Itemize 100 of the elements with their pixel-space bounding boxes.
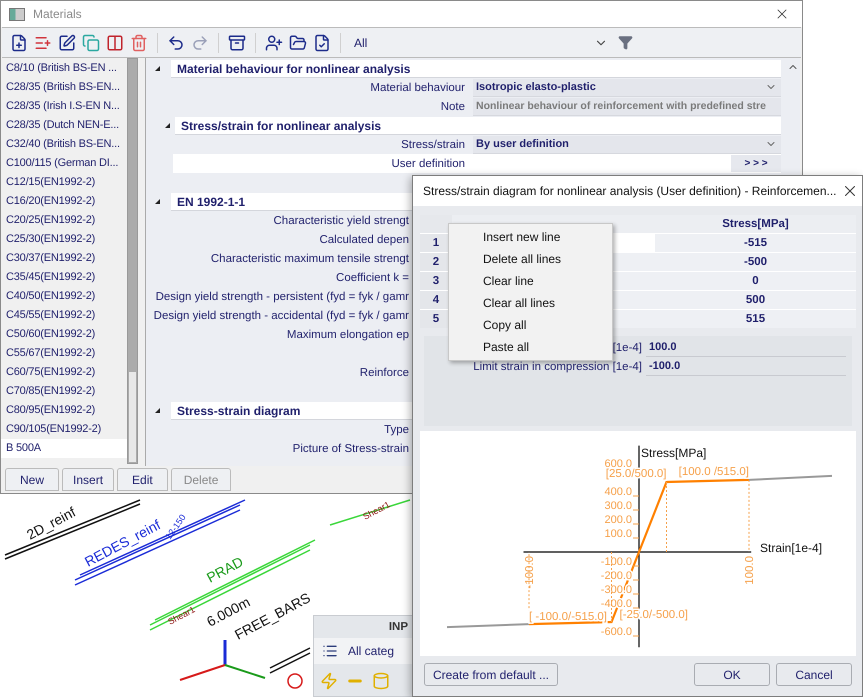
table-cell: 0 [655, 272, 856, 290]
y-tick-label: 400.0 [604, 486, 640, 498]
y-axis-title: Stress[MPa] [641, 446, 706, 460]
material-list-item[interactable]: C55/67(EN1992-2) [1, 344, 127, 363]
material-list-item[interactable]: C28/35 (British BS-EN... [1, 78, 127, 97]
guide-line [611, 552, 612, 622]
user-add-icon[interactable] [265, 34, 283, 52]
point-label: [100.0 /515.0] [678, 466, 749, 478]
columns-icon[interactable] [106, 34, 124, 52]
dialog-button[interactable]: Cancel [776, 663, 852, 686]
field-label: [1e-4] [612, 342, 642, 354]
property-label: Maximum elongation ep [286, 328, 410, 340]
y-tick-label: 300.0 [604, 500, 640, 512]
expand-toggle-icon[interactable] [155, 408, 160, 413]
material-list-item[interactable]: C70/85(EN1992-2) [1, 382, 127, 401]
material-list-item[interactable]: C30/37(EN1992-2) [1, 249, 127, 268]
document-check-icon[interactable] [313, 34, 331, 52]
delete-icon[interactable] [130, 34, 148, 52]
y-tick-label: -600.0 [600, 626, 632, 638]
field-label: Limit strain in compression [1e-4] [473, 360, 642, 372]
expand-toggle-icon[interactable] [165, 123, 170, 128]
material-list-item[interactable]: C28/35 (Dutch NEN-E... [1, 116, 127, 135]
menu-item[interactable]: Clear all lines [449, 292, 612, 314]
x-tick-label: 100.0 [744, 556, 756, 585]
menu-item[interactable]: Copy all [449, 314, 612, 336]
y-tick-label: 200.0 [604, 514, 632, 526]
material-list-item[interactable]: C12/15(EN1992-2) [1, 173, 127, 192]
expand-toggle-icon[interactable] [155, 199, 160, 204]
section-header: Material behaviour for nonlinear analysis [171, 60, 781, 78]
folder-icon[interactable] [289, 34, 307, 52]
edit-icon[interactable] [58, 34, 76, 52]
app-icon [9, 8, 25, 20]
y-tick-label: 100.0 [604, 528, 640, 540]
menu-item[interactable]: Clear line [449, 270, 612, 292]
table-cell: 500 [655, 291, 856, 309]
section-header: Stress/strain for nonlinear analysis [175, 116, 781, 134]
material-list-item[interactable]: C8/10 (British BS-EN ... [1, 59, 127, 78]
property-label: Type [383, 424, 410, 436]
add-document-icon[interactable] [10, 34, 28, 52]
action-button[interactable]: Insert [62, 468, 114, 491]
y-tick-label: -100.0 [600, 556, 640, 568]
dialog-button[interactable]: OK [694, 663, 770, 686]
material-list-item[interactable]: C16/20(EN1992-2) [1, 192, 127, 211]
category-selector[interactable]: All categ [314, 638, 412, 664]
panel-title: INP [388, 621, 408, 633]
x-tick-label: -100.0 [524, 556, 536, 589]
material-list-item[interactable]: C25/30(EN1992-2) [1, 230, 127, 249]
property-label: Calculated depen [318, 234, 410, 246]
input-field[interactable]: 100.0 [646, 338, 846, 356]
material-list-item[interactable]: C100/115 (German DI... [1, 154, 127, 173]
x-axis-title: Strain[1e-4] [760, 541, 822, 555]
material-list-item[interactable]: C80/95(EN1992-2) [1, 401, 127, 420]
y-tick-label: 600.0 [604, 458, 632, 470]
action-button[interactable]: Edit [117, 468, 168, 491]
copy-icon[interactable] [82, 34, 100, 52]
beam-drawing [270, 647, 310, 674]
expand-toggle-icon[interactable] [155, 66, 160, 71]
scrollbar[interactable] [127, 58, 138, 464]
dialog-button[interactable]: Create from default ... [424, 663, 558, 686]
archive-icon[interactable] [228, 34, 246, 52]
property-label: Material behaviour [369, 82, 466, 94]
menu-item[interactable]: Insert new line [449, 226, 612, 248]
coil-icon [287, 673, 303, 689]
filter-dropdown[interactable]: All [350, 32, 612, 54]
menu-item[interactable]: Delete all lines [449, 248, 612, 270]
column-header: Stress[MPa] [655, 215, 856, 233]
material-list-item[interactable]: C45/55(EN1992-2) [1, 306, 127, 325]
property-label: User definition [390, 158, 466, 170]
guide-line [666, 482, 667, 552]
more-button[interactable]: > > > [731, 155, 781, 172]
material-list-item[interactable]: C40/50(EN1992-2) [1, 287, 127, 306]
point-label: [ -100.0/-515.0] [529, 611, 607, 624]
y-tick-label: 200.0 [604, 514, 640, 526]
material-list-item[interactable]: C90/105(EN1992-2) [1, 420, 127, 439]
y-tick-label: -600.0 [600, 626, 640, 638]
material-list-item[interactable]: C28/35 (Irish I.S-EN N... [1, 97, 127, 116]
y-tick-label: 300.0 [604, 500, 632, 512]
list-icon [322, 643, 338, 659]
y-tick-label: 600.0 [604, 458, 640, 470]
input-field[interactable]: -100.0 [646, 358, 846, 376]
material-list-item[interactable]: C32/40 (British BS-EN... [1, 135, 127, 154]
property-label: Note [440, 100, 466, 112]
material-list-item[interactable]: C60/75(EN1992-2) [1, 363, 127, 382]
property-label: Reinforce [358, 366, 410, 378]
y-tick-label: -100.0 [600, 556, 632, 568]
property-dropdown[interactable]: Isotropic elasto-plastic [473, 78, 781, 96]
material-list-item[interactable]: C35/45(EN1992-2) [1, 268, 127, 287]
menu-item[interactable]: Paste all [449, 336, 612, 358]
property-label: Characteristic yield strengt [272, 214, 410, 226]
undo-icon[interactable] [167, 34, 185, 52]
material-list-item[interactable]: C20/25(EN1992-2) [1, 211, 127, 230]
property-dropdown[interactable]: By user definition [473, 136, 781, 154]
property-label: Design yield strength - persistent (fyd = fyk / gamr [154, 290, 410, 302]
property-label: Picture of Stress-strain [292, 442, 410, 454]
action-button[interactable]: New [5, 468, 60, 491]
material-list-item[interactable]: B 500A [1, 439, 127, 458]
filter-icon[interactable] [618, 35, 633, 50]
property-label: Coefficient k = [335, 272, 410, 284]
material-list-item[interactable]: C50/60(EN1992-2) [1, 325, 127, 344]
property-label: Stress/strain [400, 138, 466, 150]
